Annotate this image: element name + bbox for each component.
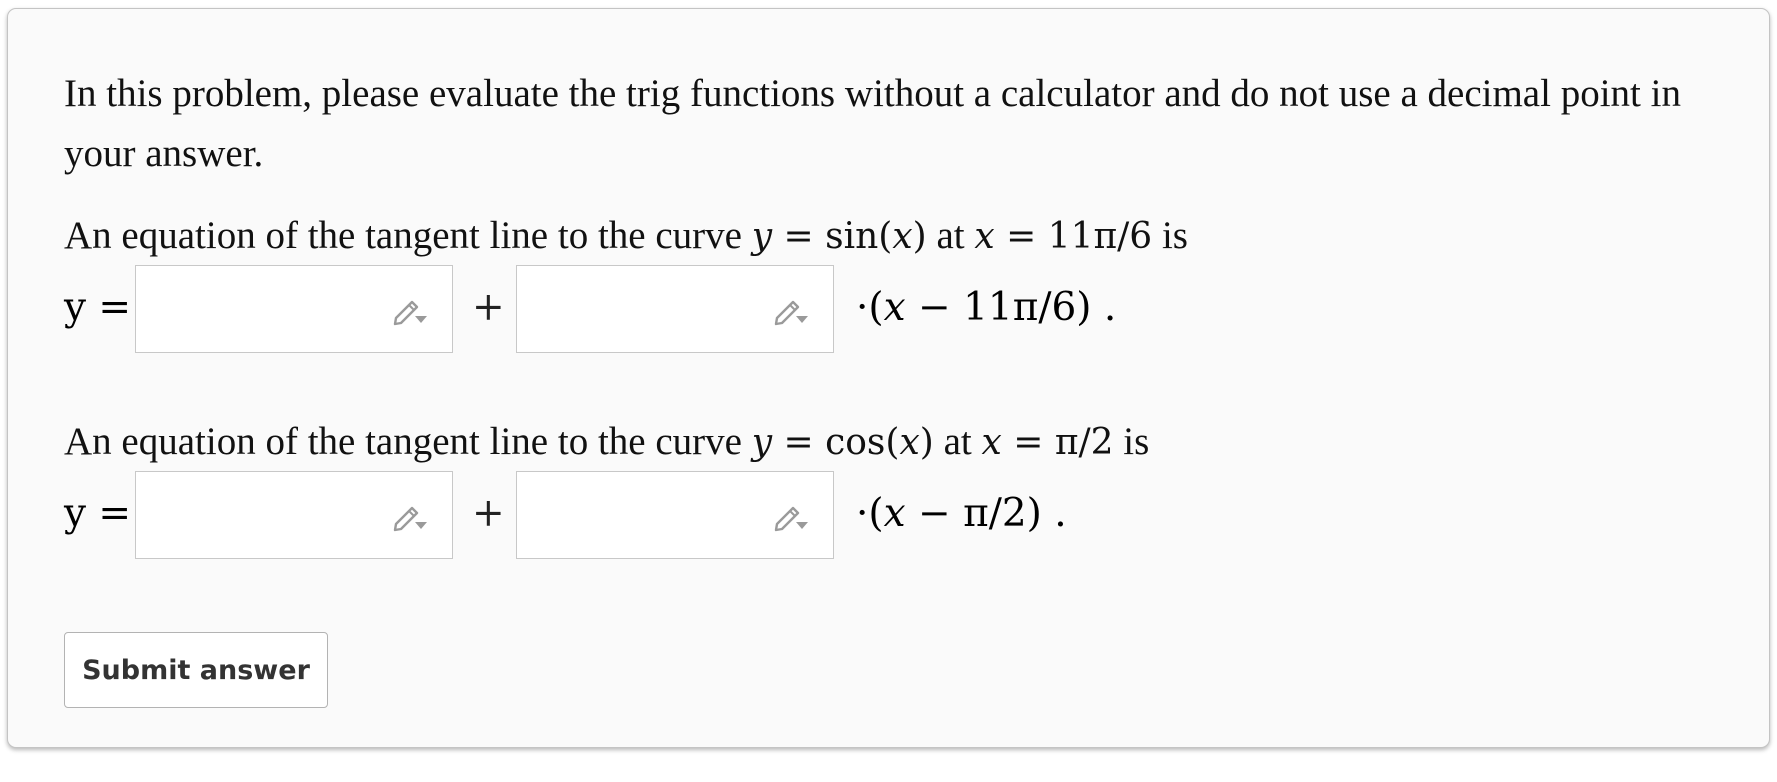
plus-sign: + bbox=[472, 491, 505, 536]
question-2-text: An equation of the tangent line to the c… bbox=[64, 420, 752, 463]
answer-input-1a[interactable] bbox=[146, 276, 380, 344]
answer-field-2b[interactable] bbox=[516, 471, 834, 559]
question-2-tail-expression: ·(x − π/2) . bbox=[856, 491, 1067, 536]
answer-lhs-label: y = bbox=[64, 491, 132, 536]
problem-card: In this problem, please evaluate the tri… bbox=[7, 8, 1770, 748]
question-2-point: x = π/2 bbox=[981, 422, 1114, 463]
submit-answer-button[interactable]: Submit answer bbox=[64, 632, 328, 708]
question-1-curve: y = sin(x) bbox=[751, 216, 927, 257]
question-1-point: x = 11π/6 bbox=[974, 216, 1153, 257]
pencil-dropdown-icon[interactable] bbox=[390, 498, 430, 534]
pencil-dropdown-icon[interactable] bbox=[390, 292, 430, 328]
question-2-answer-row: y = + ·(x − π/2) . bbox=[64, 471, 1264, 559]
question-1-answer-row: y = + ·(x − 11π/6) . bbox=[64, 265, 1264, 353]
pencil-dropdown-icon[interactable] bbox=[771, 292, 811, 328]
question-1-text: An equation of the tangent line to the c… bbox=[64, 214, 752, 257]
question-2-curve: y = cos(x) bbox=[751, 422, 934, 463]
question-2-prompt: An equation of the tangent line to the c… bbox=[64, 420, 1150, 463]
question-1-tail-expression: ·(x − 11π/6) . bbox=[856, 285, 1117, 330]
pencil-dropdown-icon[interactable] bbox=[771, 498, 811, 534]
answer-input-2a[interactable] bbox=[146, 482, 380, 550]
answer-field-1a[interactable] bbox=[135, 265, 453, 353]
problem-instructions: In this problem, please evaluate the tri… bbox=[64, 72, 1681, 175]
answer-field-1b[interactable] bbox=[516, 265, 834, 353]
plus-sign: + bbox=[472, 285, 505, 330]
answer-field-2a[interactable] bbox=[135, 471, 453, 559]
question-1-prompt: An equation of the tangent line to the c… bbox=[64, 214, 1188, 257]
answer-lhs-label: y = bbox=[64, 285, 132, 330]
answer-input-1b[interactable] bbox=[527, 276, 761, 344]
answer-input-2b[interactable] bbox=[527, 482, 761, 550]
